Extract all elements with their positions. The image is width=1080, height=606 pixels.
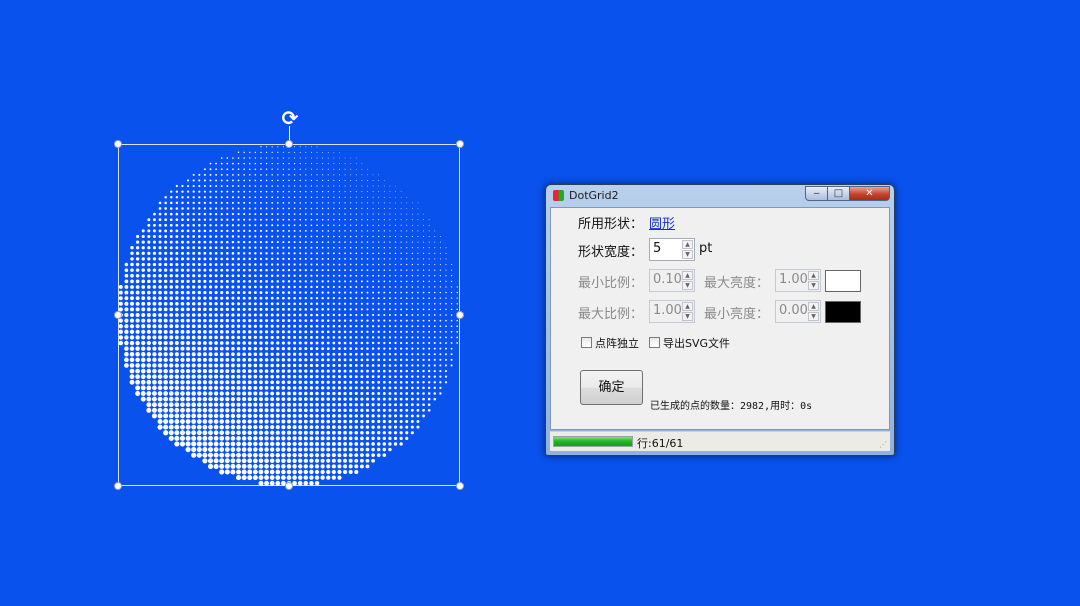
status-bar: 行:61/61 ⋰	[550, 431, 890, 451]
close-button[interactable]: ✕	[849, 186, 890, 201]
width-unit: pt	[699, 241, 713, 256]
export-svg-label[interactable]: 导出SVG文件	[663, 335, 730, 351]
resize-handle-bottom-left[interactable]	[114, 482, 122, 490]
window-title: DotGrid2	[569, 189, 619, 202]
max-scale-value: 1.00	[653, 303, 682, 318]
width-label: 形状宽度：	[578, 245, 644, 260]
resize-handle-right[interactable]	[456, 311, 464, 319]
max-brightness-up-arrow-icon[interactable]: ▲	[808, 271, 819, 280]
dialog-body: 所用形状： 圆形 形状宽度： 5 ▲ ▼ pt 最小比例： 0.10 ▲ ▼ 最大亮…	[550, 207, 890, 430]
min-scale-label: 最小比例：	[578, 276, 644, 291]
max-scale-down-arrow-icon[interactable]: ▼	[682, 312, 693, 321]
width-stepper[interactable]: 5 ▲ ▼	[649, 238, 695, 261]
min-brightness-down-arrow-icon[interactable]: ▼	[808, 312, 819, 321]
dotgrid-dialog: DotGrid2 ‒ □ ✕ 所用形状： 圆形 形状宽度： 5 ▲ ▼ pt 最小…	[545, 184, 895, 456]
app-icon	[553, 190, 564, 201]
width-value: 5	[653, 241, 662, 256]
min-brightness-value: 0.00	[779, 303, 808, 318]
selection-box[interactable]	[118, 144, 460, 486]
resize-handle-top[interactable]	[285, 140, 293, 148]
max-scale-label: 最大比例：	[578, 307, 644, 322]
export-svg-checkbox[interactable]	[649, 337, 660, 348]
min-brightness-up-arrow-icon[interactable]: ▲	[808, 302, 819, 311]
min-brightness-stepper[interactable]: 0.00 ▲ ▼	[775, 300, 821, 323]
independent-label[interactable]: 点阵独立	[595, 335, 639, 351]
resize-handle-bottom-right[interactable]	[456, 482, 464, 490]
max-brightness-stepper[interactable]: 1.00 ▲ ▼	[775, 269, 821, 292]
min-scale-down-arrow-icon[interactable]: ▼	[682, 281, 693, 290]
max-scale-up-arrow-icon[interactable]: ▲	[682, 302, 693, 311]
min-brightness-label: 最小亮度：	[704, 307, 770, 322]
resize-grip-icon[interactable]: ⋰	[879, 440, 887, 449]
min-scale-stepper[interactable]: 0.10 ▲ ▼	[649, 269, 695, 292]
min-scale-value: 0.10	[653, 272, 682, 287]
max-brightness-label: 最大亮度：	[704, 276, 770, 291]
min-scale-up-arrow-icon[interactable]: ▲	[682, 271, 693, 280]
max-brightness-color-swatch[interactable]	[825, 270, 861, 292]
width-up-arrow-icon[interactable]: ▲	[682, 240, 693, 249]
result-text: 已生成的点的数量：2982,用时：0s	[650, 401, 813, 412]
max-brightness-down-arrow-icon[interactable]: ▼	[808, 281, 819, 290]
max-scale-stepper[interactable]: 1.00 ▲ ▼	[649, 300, 695, 323]
max-brightness-value: 1.00	[779, 272, 808, 287]
window-controls: ‒ □ ✕	[805, 186, 890, 201]
ok-button[interactable]: 确定	[580, 370, 643, 405]
row-status: 行:61/61	[637, 437, 684, 450]
progress-bar	[553, 436, 633, 447]
progress-fill	[554, 437, 632, 446]
resize-handle-left[interactable]	[114, 311, 122, 319]
shape-label: 所用形状：	[578, 217, 644, 232]
resize-handle-top-right[interactable]	[456, 140, 464, 148]
min-brightness-color-swatch[interactable]	[825, 301, 861, 323]
resize-handle-bottom[interactable]	[285, 482, 293, 490]
shape-link[interactable]: 圆形	[649, 213, 675, 232]
minimize-button[interactable]: ‒	[805, 186, 828, 201]
resize-handle-top-left[interactable]	[114, 140, 122, 148]
maximize-button[interactable]: □	[827, 186, 850, 201]
independent-checkbox[interactable]	[581, 337, 592, 348]
rotate-handle-icon[interactable]: ⟳	[279, 107, 301, 129]
width-down-arrow-icon[interactable]: ▼	[682, 250, 693, 259]
title-bar[interactable]: DotGrid2 ‒ □ ✕	[546, 185, 894, 207]
